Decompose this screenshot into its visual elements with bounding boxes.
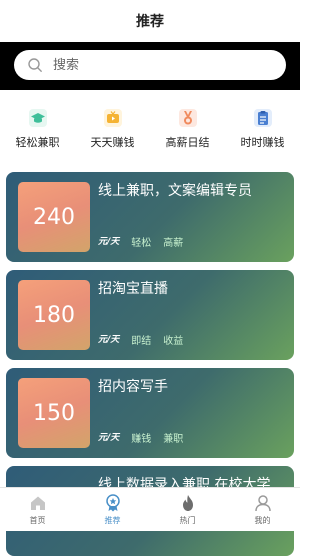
search-icon: [28, 58, 42, 72]
pay-unit: 元/天: [98, 237, 120, 247]
search-box[interactable]: [14, 50, 286, 80]
graduation-cap-icon: [28, 109, 47, 127]
pay-unit: 元/天: [98, 433, 120, 443]
recommend-badge-icon: [105, 494, 120, 512]
job-title: 招淘宝直播: [98, 281, 168, 297]
job-card[interactable]: 180 招淘宝直播 元/天 即结 收益: [6, 270, 294, 360]
category-row: 轻松兼职 天天赚钱 高薪日结 时时赚钱: [0, 108, 300, 162]
category-label: 天天赚钱: [90, 136, 135, 149]
tv-icon: [103, 109, 122, 127]
pay-amount-box: 240: [18, 182, 90, 252]
pay-unit: 元/天: [98, 335, 120, 345]
job-tag: 轻松: [131, 238, 152, 249]
job-title: 线上兼职，文案编辑专员: [98, 183, 252, 199]
page-title: 推荐: [136, 14, 164, 30]
bottom-nav: 首页 推荐 热门 我的: [0, 487, 300, 531]
category-label: 时时赚钱: [240, 136, 285, 149]
pay-amount: 180: [33, 302, 75, 328]
job-tag: 收益: [163, 336, 184, 347]
category-hourly-earn[interactable]: 时时赚钱: [225, 108, 300, 162]
pay-amount-box: 150: [18, 378, 90, 448]
category-relaxed-job[interactable]: 轻松兼职: [0, 108, 75, 162]
job-tags: 元/天 即结 收益: [98, 332, 183, 347]
nav-label: 推荐: [104, 516, 121, 525]
nav-label: 首页: [29, 516, 46, 525]
nav-home[interactable]: 首页: [0, 488, 75, 531]
flame-icon: [182, 495, 193, 511]
category-label: 轻松兼职: [15, 136, 60, 149]
nav-recommend[interactable]: 推荐: [75, 488, 150, 531]
pay-amount: 240: [33, 204, 75, 230]
job-card[interactable]: 240 线上兼职，文案编辑专员 元/天 轻松 高薪: [6, 172, 294, 262]
category-label: 高薪日结: [165, 136, 210, 149]
search-input[interactable]: [51, 56, 275, 74]
job-tag: 兼职: [163, 434, 184, 445]
pay-amount-box: 180: [18, 280, 90, 350]
user-icon: [254, 495, 271, 512]
clipboard-icon: [253, 109, 272, 127]
search-bar: [0, 42, 300, 90]
nav-mine[interactable]: 我的: [225, 488, 300, 531]
nav-label: 热门: [179, 516, 196, 525]
category-high-pay[interactable]: 高薪日结: [150, 108, 225, 162]
job-tags: 元/天 轻松 高薪: [98, 234, 183, 249]
nav-hot[interactable]: 热门: [150, 488, 225, 531]
job-tag: 即结: [131, 336, 152, 347]
home-icon: [30, 496, 45, 510]
medal-icon: [178, 109, 197, 127]
job-card[interactable]: 150 招内容写手 元/天 赚钱 兼职: [6, 368, 294, 458]
category-daily-earn[interactable]: 天天赚钱: [75, 108, 150, 162]
top-header: 推荐: [0, 0, 300, 42]
pay-amount: 150: [33, 400, 75, 426]
job-tag: 赚钱: [131, 434, 152, 445]
nav-label: 我的: [254, 516, 271, 525]
job-tags: 元/天 赚钱 兼职: [98, 430, 183, 445]
job-tag: 高薪: [163, 238, 184, 249]
job-title: 招内容写手: [98, 379, 168, 395]
